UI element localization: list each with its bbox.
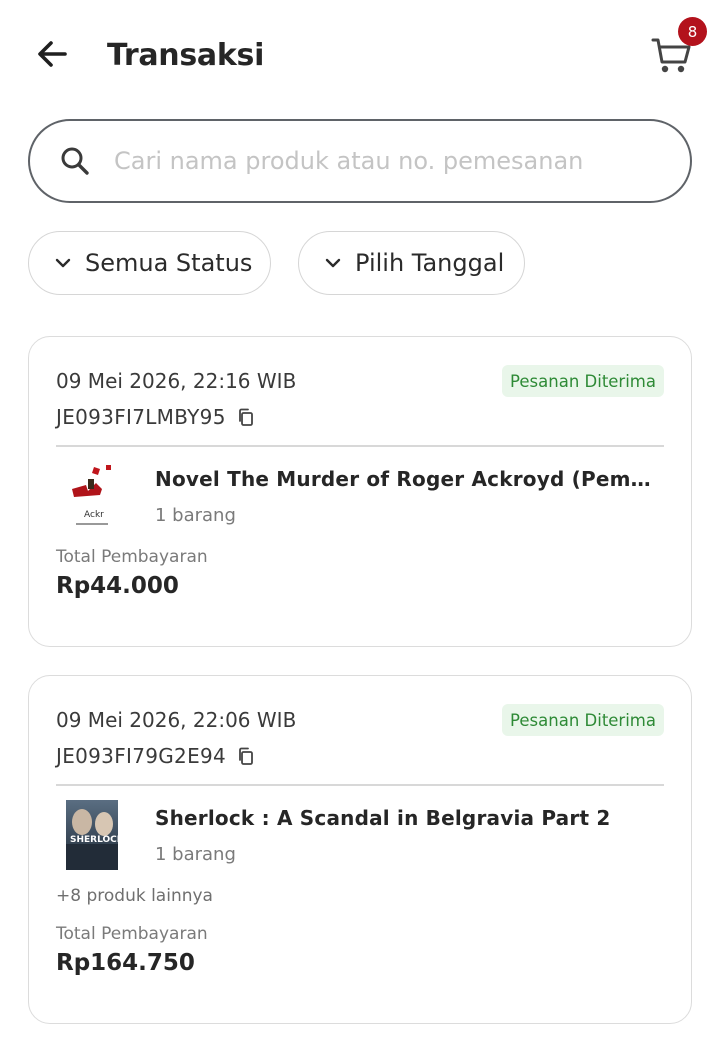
order-id: JE093FI7LMBY95	[56, 405, 226, 429]
divider	[56, 784, 664, 786]
search-bar[interactable]	[28, 119, 692, 203]
search-icon	[61, 147, 89, 175]
order-id-row: JE093FI7LMBY95	[56, 405, 256, 429]
product-name: Sherlock : A Scandal in Belgravia Part 2	[155, 806, 611, 830]
svg-text:SHERLOCK: SHERLOCK	[70, 835, 118, 845]
product-quantity: 1 barang	[155, 844, 236, 865]
chevron-down-icon	[321, 251, 345, 275]
order-id-row: JE093FI79G2E94	[56, 744, 256, 768]
chevron-down-icon	[51, 251, 75, 275]
total-amount: Rp164.750	[56, 950, 195, 976]
back-button[interactable]	[30, 32, 74, 76]
divider	[56, 445, 664, 447]
status-filter-dropdown[interactable]: Semua Status	[28, 231, 271, 295]
total-amount: Rp44.000	[56, 573, 179, 599]
more-products-link[interactable]: +8 produk lainnya	[56, 886, 213, 906]
svg-text:Ackr: Ackr	[84, 510, 104, 520]
order-id: JE093FI79G2E94	[56, 744, 227, 768]
order-card[interactable]: 09 Mei 2026, 22:06 WIB Pesanan Diterima …	[28, 675, 692, 1024]
app-header: Transaksi 8	[0, 0, 720, 110]
copy-icon[interactable]	[236, 746, 256, 766]
total-label: Total Pembayaran	[56, 924, 208, 944]
status-badge: Pesanan Diterima	[502, 365, 664, 397]
status-badge: Pesanan Diterima	[502, 704, 664, 736]
copy-icon[interactable]	[236, 407, 256, 427]
product-thumbnail: SHERLOCK	[66, 800, 118, 870]
status-filter-label: Semua Status	[85, 249, 253, 277]
cart-count-badge: 8	[678, 17, 707, 46]
total-label: Total Pembayaran	[56, 547, 208, 567]
order-card[interactable]: 09 Mei 2026, 22:16 WIB Pesanan Diterima …	[28, 336, 692, 647]
product-quantity: 1 barang	[155, 505, 236, 526]
order-datetime: 09 Mei 2026, 22:16 WIB	[56, 369, 297, 393]
date-filter-label: Pilih Tanggal	[355, 249, 505, 277]
arrow-left-icon	[38, 41, 67, 67]
search-input[interactable]	[114, 139, 674, 183]
date-filter-dropdown[interactable]: Pilih Tanggal	[298, 231, 525, 295]
product-name: Novel The Murder of Roger Ackroyd (Pembu…	[155, 467, 665, 491]
order-datetime: 09 Mei 2026, 22:06 WIB	[56, 708, 297, 732]
page-title: Transaksi	[107, 38, 265, 73]
product-thumbnail: Ackr	[66, 461, 118, 531]
